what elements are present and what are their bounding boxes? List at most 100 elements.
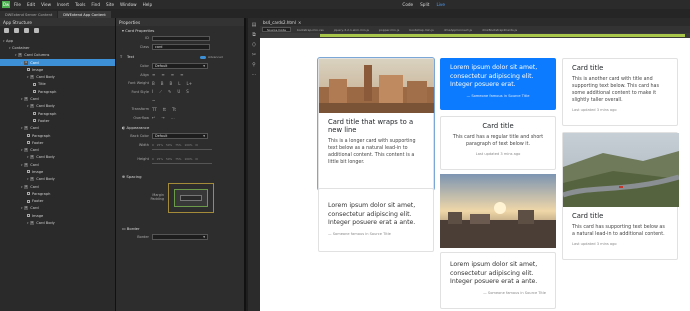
related-file-tab[interactable]: jquery-3.2.1.slim.min.js	[330, 27, 373, 32]
color-select[interactable]: Default ▾	[152, 63, 208, 69]
card-6[interactable]: Card title This is another card with tit…	[562, 58, 678, 126]
menu-help[interactable]: Help	[143, 2, 153, 7]
monospace-icon[interactable]: ~	[152, 98, 155, 103]
overflow-truncate-icon[interactable]: …	[171, 115, 175, 120]
tree-node[interactable]: Footer	[0, 139, 115, 146]
tree-node[interactable]: ▾ ≡ Card Body	[0, 103, 115, 110]
menu-edit[interactable]: Edit	[27, 2, 35, 7]
tree-node[interactable]: ▾ ≡ Card Body	[0, 73, 115, 80]
height-50[interactable]: 50%	[166, 157, 172, 161]
height-25[interactable]: 25%	[157, 157, 163, 161]
snippets-icon[interactable]: ✂	[252, 53, 257, 58]
tree-node[interactable]: Title	[0, 81, 115, 88]
weight-lighter-icon[interactable]: L+	[186, 81, 192, 86]
tree-node[interactable]: Paragraph	[0, 132, 115, 139]
width-0[interactable]: 0	[152, 143, 154, 147]
tab-app-content[interactable]: DWExtend App Content	[58, 11, 111, 18]
tree-node[interactable]: ▾ ≡ Card	[0, 161, 115, 168]
menu-insert[interactable]: Insert	[57, 2, 69, 7]
tree-node[interactable]: Footer	[0, 117, 115, 124]
card-quote-1[interactable]: Lorem ipsum dolor sit amet, consectetur …	[318, 188, 434, 252]
duplicate-icon[interactable]	[14, 28, 19, 33]
align-right-icon[interactable]: ≡	[171, 72, 174, 77]
related-file-tab[interactable]: bootstrap.min.js	[405, 27, 437, 32]
source-code-tab[interactable]: Source Code	[262, 27, 291, 32]
pen-icon[interactable]: ✎	[168, 89, 171, 94]
tree-node[interactable]: ▾ ≡ Card	[0, 146, 115, 153]
align-justify-icon[interactable]: ≡	[180, 72, 183, 77]
width-75[interactable]: 75%	[175, 143, 181, 147]
card-4[interactable]: Card title This card has a regular title…	[440, 116, 556, 170]
weight-normal-icon[interactable]: B	[170, 81, 173, 86]
tree-node[interactable]: ▾ ≡ Card	[0, 125, 115, 132]
tree-node[interactable]: ▾ ≡ Card Body	[0, 154, 115, 161]
dom-icon[interactable]: ⧉	[252, 33, 257, 38]
border-select[interactable]: ▾	[152, 234, 208, 240]
strikethrough-icon[interactable]: S	[186, 89, 189, 94]
view-live-button[interactable]: Live	[436, 2, 445, 7]
tree-node[interactable]: Paragraph	[0, 88, 115, 95]
tree-node[interactable]: Paragraph	[0, 110, 115, 117]
menu-site[interactable]: Site	[106, 2, 114, 7]
capitalize-icon[interactable]: Tt	[172, 107, 176, 112]
tab-server-content[interactable]: DWExtend Server Content	[0, 11, 58, 18]
menu-find[interactable]: Find	[91, 2, 100, 7]
id-input[interactable]	[152, 35, 210, 42]
width-100[interactable]: 100%	[184, 143, 192, 147]
overflow-wrap-icon[interactable]: ↵	[152, 115, 155, 120]
brackets-icon[interactable]: ⟨⟩	[252, 43, 257, 48]
tree-node[interactable]: ▾ ≡ Card	[0, 95, 115, 102]
view-split-button[interactable]: Split	[420, 2, 429, 7]
tree-node[interactable]: Footer	[0, 198, 115, 205]
margin-box[interactable]	[168, 182, 214, 213]
close-icon[interactable]: ×	[298, 20, 301, 25]
lowercase-icon[interactable]: tt	[163, 107, 166, 112]
more-icon[interactable]: ⋯	[252, 73, 257, 78]
tree-node[interactable]: Image	[0, 212, 115, 219]
view-code-button[interactable]: Code	[402, 2, 413, 7]
width-50[interactable]: 50%	[166, 143, 172, 147]
weight-semibold-icon[interactable]: B	[161, 81, 164, 86]
tree-node[interactable]: Image	[0, 168, 115, 175]
tree-node[interactable]: Paragraph	[0, 190, 115, 197]
delete-icon[interactable]	[24, 28, 29, 33]
overflow-nowrap-icon[interactable]: →	[161, 115, 164, 120]
tree-node[interactable]: ▾ ≡ Card Columns	[0, 52, 115, 59]
components-icon[interactable]	[34, 28, 39, 33]
tree-node[interactable]: ▾ ≡ Card	[0, 58, 115, 67]
related-file-tab[interactable]: bootstrap.min.css	[293, 27, 328, 32]
advanced-toggle[interactable]	[200, 55, 206, 59]
related-file-tab[interactable]: popper.min.js	[375, 27, 403, 32]
card-7[interactable]: Card title This card has supporting text…	[562, 132, 679, 260]
underline-icon[interactable]: U	[177, 89, 180, 94]
class-input[interactable]: card	[152, 44, 210, 50]
related-file-tab[interactable]: dmxAppConnect.js	[440, 27, 476, 32]
menu-window[interactable]: Window	[120, 2, 137, 7]
file-tab[interactable]: bs4_cards2.html	[263, 20, 296, 25]
brush-icon[interactable]: ⟋	[159, 89, 162, 94]
tree-node[interactable]: ▾ App	[0, 37, 115, 44]
tree-node[interactable]: ▾ ≡ Card Body	[0, 176, 115, 183]
weight-bold-icon[interactable]: B	[152, 81, 155, 86]
file-icon[interactable]: ▤	[252, 23, 257, 28]
tree-node[interactable]: Image	[0, 66, 115, 73]
card-quote-2[interactable]: Lorem ipsum dolor sit amet, consectetur …	[440, 252, 556, 309]
card-primary-quote[interactable]: Lorem ipsum dolor sit amet, consectetur …	[440, 58, 556, 110]
media-query-bar[interactable]	[320, 34, 685, 37]
tree-node[interactable]: ▾ ≡ Card	[0, 205, 115, 212]
width-n[interactable]: N	[195, 143, 197, 147]
tree-node[interactable]: ▾ ≡ Card	[0, 183, 115, 190]
uppercase-icon[interactable]: TT	[152, 107, 157, 112]
height-slider[interactable]	[152, 162, 212, 164]
width-slider[interactable]	[152, 148, 212, 150]
link-icon[interactable]: ⚲	[252, 63, 257, 68]
related-file-tab[interactable]: dmxBootstrap4Cards.js	[478, 27, 521, 32]
width-25[interactable]: 25%	[157, 143, 163, 147]
back-color-select[interactable]: Default ▾	[152, 133, 208, 139]
height-0[interactable]: 0	[152, 157, 154, 161]
padding-box[interactable]	[174, 188, 208, 207]
add-icon[interactable]	[4, 28, 9, 33]
tree-node[interactable]: ▾ ≡ Card Body	[0, 219, 115, 226]
tree-node[interactable]: ▾ Container	[0, 44, 115, 51]
menu-view[interactable]: View	[41, 2, 51, 7]
